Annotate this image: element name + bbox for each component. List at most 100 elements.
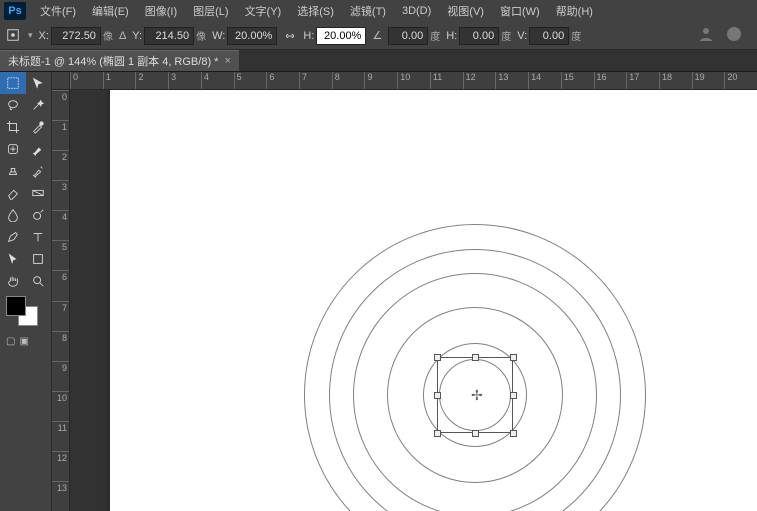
document-tab-title: 未标题-1 @ 144% (椭圆 1 副本 4, RGB/8) * — [8, 53, 218, 69]
angle-unit: 度 — [430, 28, 440, 43]
ruler-tick: 4 — [52, 210, 69, 240]
h-label: H: — [303, 30, 314, 42]
angle-field[interactable] — [388, 27, 428, 45]
menu-file[interactable]: 文件(F) — [32, 0, 84, 22]
app-logo: Ps — [4, 2, 26, 20]
ruler-tick: 19 — [692, 72, 725, 89]
ruler-tick: 14 — [528, 72, 561, 89]
w-label: W: — [212, 30, 225, 42]
eyedropper-icon[interactable] — [26, 116, 52, 138]
lasso-icon[interactable] — [0, 94, 26, 116]
ruler-tick: 5 — [234, 72, 267, 89]
delta-icon[interactable]: Δ — [119, 30, 126, 42]
ruler-tick: 13 — [495, 72, 528, 89]
chevron-down-icon[interactable]: ▾ — [28, 30, 33, 41]
y-unit: 像 — [196, 28, 206, 43]
dodge-icon[interactable] — [26, 204, 52, 226]
vertical-ruler[interactable]: 012345678910111213 — [52, 90, 70, 511]
transform-handle[interactable] — [434, 392, 441, 399]
crop-icon[interactable] — [0, 116, 26, 138]
color-swatches[interactable] — [4, 296, 47, 332]
transform-handle[interactable] — [510, 392, 517, 399]
pen-icon[interactable] — [0, 226, 26, 248]
menu-help[interactable]: 帮助(H) — [548, 0, 601, 22]
document-tab-bar: 未标题-1 @ 144% (椭圆 1 副本 4, RGB/8) * × — [0, 50, 757, 72]
menu-edit[interactable]: 编辑(E) — [84, 0, 137, 22]
menu-image[interactable]: 图像(I) — [137, 0, 185, 22]
ruler-tick: 3 — [52, 180, 69, 210]
type-icon[interactable] — [26, 226, 52, 248]
ruler-corner — [52, 72, 70, 90]
ruler-tick: 0 — [52, 90, 69, 120]
ruler-tick: 13 — [52, 481, 69, 511]
menu-select[interactable]: 选择(S) — [289, 0, 342, 22]
transform-bounding-box[interactable]: ✢ — [437, 357, 513, 433]
reference-point-icon[interactable] — [6, 28, 22, 44]
brush-icon[interactable] — [26, 138, 52, 160]
ruler-tick: 1 — [52, 120, 69, 150]
y-field[interactable] — [144, 27, 194, 45]
cancel-icon[interactable] — [725, 25, 743, 46]
horizontal-ruler[interactable]: 01234567891011121314151617181920 — [70, 72, 757, 90]
zoom-icon[interactable] — [26, 270, 52, 292]
artboard[interactable]: ✢ — [110, 90, 757, 511]
h-field[interactable] — [316, 27, 366, 45]
menu-3d[interactable]: 3D(D) — [394, 2, 439, 20]
healing-brush-icon[interactable] — [0, 138, 26, 160]
eraser-icon[interactable] — [0, 182, 26, 204]
hand-icon[interactable] — [0, 270, 26, 292]
skew-h-field[interactable] — [459, 27, 499, 45]
user-icon[interactable] — [697, 25, 715, 46]
menu-layer[interactable]: 图层(L) — [185, 0, 236, 22]
transform-handle[interactable] — [510, 354, 517, 361]
transform-handle[interactable] — [510, 430, 517, 437]
path-select-icon[interactable] — [0, 248, 26, 270]
transform-handle[interactable] — [472, 354, 479, 361]
transform-handle[interactable] — [472, 430, 479, 437]
history-brush-icon[interactable] — [26, 160, 52, 182]
ruler-tick: 20 — [724, 72, 757, 89]
ruler-tick: 11 — [52, 421, 69, 451]
ruler-tick: 8 — [52, 331, 69, 361]
ruler-tick: 10 — [397, 72, 430, 89]
canvas-area: 01234567891011121314151617181920 0123456… — [52, 72, 757, 511]
close-icon[interactable]: × — [224, 55, 230, 67]
foreground-swatch[interactable] — [6, 296, 26, 316]
quickmask-icon[interactable]: ▢ — [6, 336, 15, 347]
skew-v-label: V: — [517, 30, 527, 42]
screenmode-icon[interactable]: ▣ — [19, 336, 28, 347]
w-field[interactable] — [227, 27, 277, 45]
canvas-viewport[interactable]: ✢ — [70, 90, 757, 511]
ruler-tick: 7 — [52, 301, 69, 331]
blur-icon[interactable] — [0, 204, 26, 226]
ruler-tick: 11 — [430, 72, 463, 89]
shape-icon[interactable] — [26, 248, 52, 270]
ruler-tick: 18 — [659, 72, 692, 89]
document-tab[interactable]: 未标题-1 @ 144% (椭圆 1 副本 4, RGB/8) * × — [0, 50, 239, 71]
clone-stamp-icon[interactable] — [0, 160, 26, 182]
gradient-icon[interactable] — [26, 182, 52, 204]
ruler-tick: 9 — [52, 361, 69, 391]
ruler-tick: 7 — [299, 72, 332, 89]
angle-icon: ∠ — [372, 29, 382, 42]
menu-filter[interactable]: 滤镜(T) — [342, 0, 394, 22]
ruler-tick: 9 — [364, 72, 397, 89]
transform-handle[interactable] — [434, 354, 441, 361]
rect-marquee-icon[interactable] — [0, 72, 26, 94]
x-label: X: — [39, 30, 49, 42]
ruler-tick: 12 — [52, 451, 69, 481]
move-icon[interactable] — [26, 72, 52, 94]
x-unit: 像 — [103, 28, 113, 43]
transform-center-icon[interactable]: ✢ — [471, 387, 483, 404]
ruler-tick: 16 — [594, 72, 627, 89]
magic-wand-icon[interactable] — [26, 94, 52, 116]
link-icon[interactable] — [283, 29, 297, 43]
menu-view[interactable]: 视图(V) — [439, 0, 492, 22]
ruler-tick: 8 — [332, 72, 365, 89]
x-field[interactable] — [51, 27, 101, 45]
skew-v-field[interactable] — [529, 27, 569, 45]
menu-window[interactable]: 窗口(W) — [492, 0, 548, 22]
transform-handle[interactable] — [434, 430, 441, 437]
ruler-tick: 6 — [266, 72, 299, 89]
menu-type[interactable]: 文字(Y) — [237, 0, 290, 22]
